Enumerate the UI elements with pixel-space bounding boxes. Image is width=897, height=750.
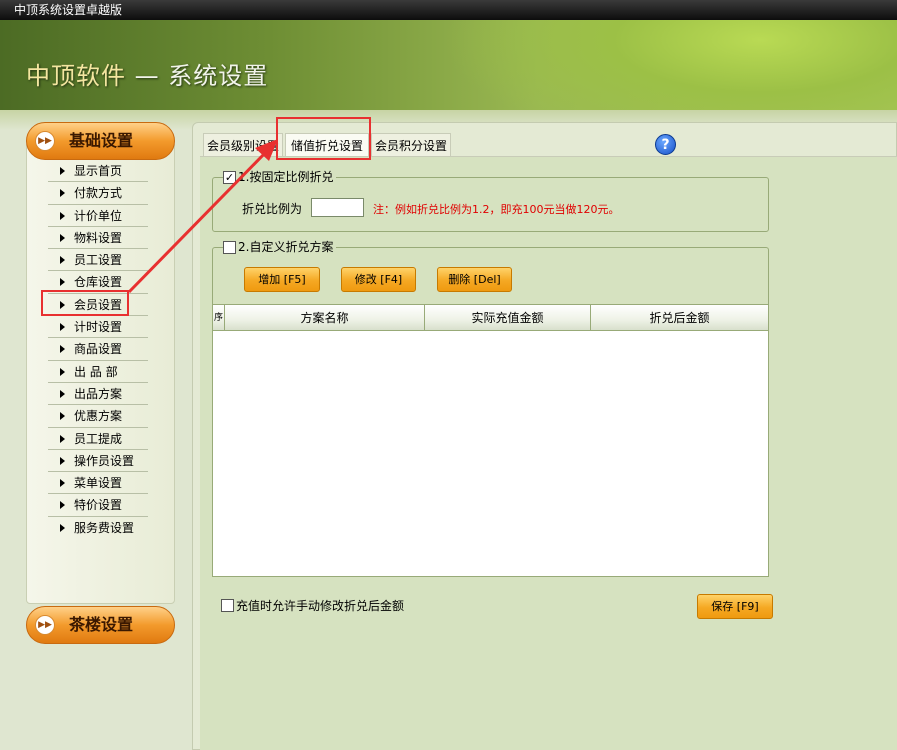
sidebar-item-label: 特价设置: [74, 498, 123, 513]
category-basic-label: 基础设置: [69, 131, 134, 150]
custom-scheme-checkbox[interactable]: [223, 240, 236, 254]
sidebar-item-unit[interactable]: 计价单位: [48, 205, 148, 227]
sidebar-item-home[interactable]: 显示首页: [48, 160, 148, 183]
triangle-right-icon: [60, 367, 65, 376]
help-icon[interactable]: ?: [655, 134, 676, 155]
allow-manual-checkbox[interactable]: [221, 599, 234, 612]
play-icon: ▶▶: [35, 615, 55, 635]
triangle-right-icon: [60, 501, 65, 510]
delete-button[interactable]: 删除 [Del]: [437, 267, 512, 292]
window-title: 中顶系统设置卓越版: [14, 3, 123, 17]
fixed-ratio-legend: ✓ 1.按固定比例折兑: [223, 169, 337, 185]
sidebar-item-label: 付款方式: [74, 186, 123, 201]
sidebar-item-label: 服务费设置: [74, 520, 135, 535]
sidebar-item-output-plan[interactable]: 出品方案: [48, 383, 148, 406]
sidebar-item-label: 员工提成: [74, 431, 123, 446]
sidebar-item-staff[interactable]: 员工设置: [48, 249, 148, 272]
sidebar-item-special-price[interactable]: 特价设置: [48, 494, 148, 517]
sidebar-nav-list: 显示首页 付款方式 计价单位 物料设置 员工设置 仓库设置 会员设置 计时设置 …: [48, 160, 148, 539]
ratio-note: 注：例如折兑比例为1.2，即充100元当做120元。: [373, 203, 620, 216]
category-tea-label: 茶楼设置: [69, 615, 134, 634]
app-brand: 中顶软件: [26, 62, 126, 90]
add-button[interactable]: 增加 [F5]: [244, 267, 320, 292]
play-icon: ▶▶: [35, 131, 55, 151]
column-header-actual-amount: 实际充值金额: [425, 305, 591, 331]
category-basic-settings-button[interactable]: ▶▶ 基础设置: [26, 122, 175, 160]
annotation-box-tab: [276, 117, 371, 160]
triangle-right-icon: [60, 345, 65, 354]
title-separator: —: [126, 62, 169, 90]
triangle-right-icon: [60, 211, 65, 220]
edit-button[interactable]: 修改 [F4]: [341, 267, 416, 292]
sidebar-item-commission[interactable]: 员工提成: [48, 428, 148, 450]
sidebar-item-label: 出 品 部: [74, 364, 118, 379]
sidebar-item-label: 计价单位: [74, 208, 123, 223]
sidebar-item-operator[interactable]: 操作员设置: [48, 450, 148, 473]
column-header-index: 序: [213, 305, 225, 331]
sidebar-item-timing[interactable]: 计时设置: [48, 316, 148, 339]
triangle-right-icon: [60, 479, 65, 488]
sidebar-item-label: 显示首页: [74, 164, 123, 178]
app-title-text: 系统设置: [168, 62, 269, 90]
tab-member-level[interactable]: 会员级别设置: [203, 133, 283, 157]
triangle-right-icon: [60, 389, 65, 398]
sidebar-item-output-dept[interactable]: 出 品 部: [48, 361, 148, 383]
sidebar-item-service-fee[interactable]: 服务费设置: [48, 517, 148, 539]
triangle-right-icon: [60, 523, 65, 532]
annotation-box-sidebar: [41, 290, 129, 316]
sidebar: ▶▶ 基础设置 显示首页 付款方式 计价单位 物料设置 员工设置 仓库设置 会员…: [26, 122, 175, 644]
sidebar-item-label: 菜单设置: [74, 476, 123, 491]
custom-scheme-legend: 2.自定义折兑方案: [223, 239, 337, 255]
sidebar-item-discount-plan[interactable]: 优惠方案: [48, 405, 148, 428]
allow-manual-option[interactable]: 充值时允许手动修改折兑后金额: [221, 597, 404, 614]
custom-scheme-label: 2.自定义折兑方案: [238, 240, 334, 254]
sidebar-item-label: 仓库设置: [74, 275, 123, 290]
category-tea-house-button[interactable]: ▶▶ 茶楼设置: [26, 606, 175, 644]
sidebar-item-label: 操作员设置: [74, 453, 135, 468]
save-button[interactable]: 保存 [F9]: [697, 594, 773, 619]
sidebar-item-label: 物料设置: [74, 230, 123, 245]
triangle-right-icon: [60, 278, 65, 287]
column-header-discounted-amount: 折兑后金额: [649, 311, 710, 325]
sidebar-item-label: 员工设置: [74, 253, 123, 268]
column-header-scheme-name: 方案名称: [225, 305, 425, 331]
triangle-right-icon: [60, 167, 65, 175]
sidebar-item-label: 出品方案: [74, 386, 123, 401]
sidebar-item-label: 计时设置: [74, 320, 123, 335]
app-title: 中顶软件 — 系统设置: [26, 56, 268, 91]
triangle-right-icon: [60, 233, 65, 242]
ratio-label: 折兑比例为: [242, 202, 303, 216]
triangle-right-icon: [60, 456, 65, 465]
triangle-right-icon: [60, 412, 65, 421]
ratio-input[interactable]: [311, 198, 364, 217]
allow-manual-label: 充值时允许手动修改折兑后金额: [236, 599, 405, 613]
sidebar-item-material[interactable]: 物料设置: [48, 227, 148, 250]
fixed-ratio-label: 1.按固定比例折兑: [238, 170, 334, 184]
sidebar-item-menu[interactable]: 菜单设置: [48, 472, 148, 495]
tab-member-points[interactable]: 会员积分设置: [371, 133, 451, 157]
fixed-ratio-checkbox[interactable]: ✓: [223, 170, 236, 184]
triangle-right-icon: [60, 434, 65, 443]
sidebar-item-payment[interactable]: 付款方式: [48, 182, 148, 205]
scheme-table-header: 序 方案名称 实际充值金额 折兑后金额: [213, 305, 768, 331]
triangle-right-icon: [60, 323, 65, 332]
triangle-right-icon: [60, 256, 65, 265]
fixed-ratio-group: ✓ 1.按固定比例折兑 折兑比例为 注：例如折兑比例为1.2，即充100元当做1…: [212, 169, 769, 232]
scheme-table: 序 方案名称 实际充值金额 折兑后金额: [212, 304, 769, 577]
sidebar-item-label: 优惠方案: [74, 409, 123, 424]
sidebar-item-label: 商品设置: [74, 342, 123, 357]
window-titlebar: 中顶系统设置卓越版: [0, 0, 897, 20]
triangle-right-icon: [60, 189, 65, 198]
sidebar-item-product[interactable]: 商品设置: [48, 338, 148, 361]
